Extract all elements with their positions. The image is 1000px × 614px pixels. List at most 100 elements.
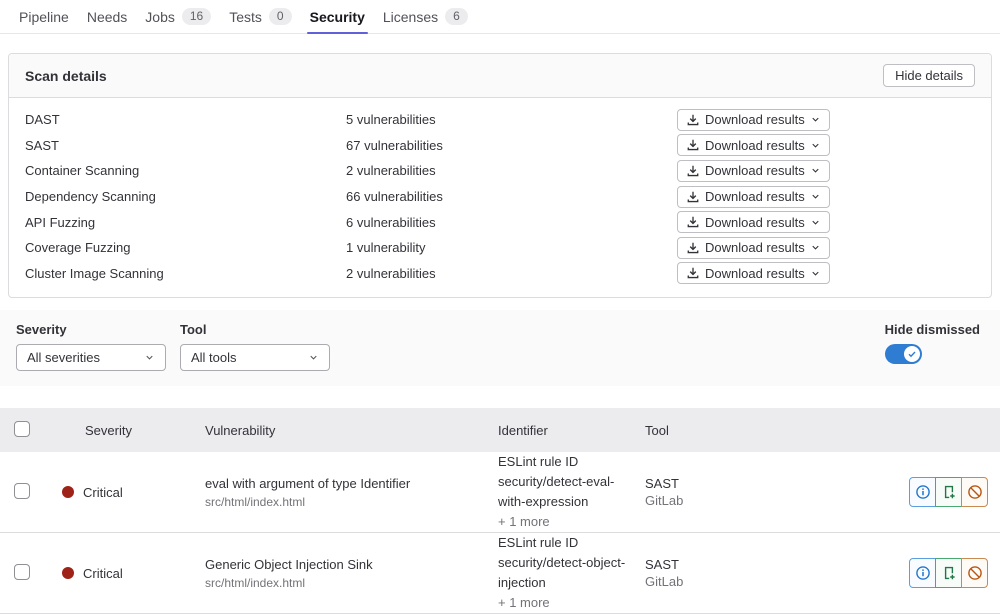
identifier-cell: ESLint rule ID security/detect-eval-with… [488,452,635,532]
scan-name: DAST [25,112,346,127]
tab-jobs-count-badge: 16 [182,8,211,25]
download-results-button[interactable]: Download results [677,186,830,208]
row-checkbox-cell [0,483,48,502]
download-results-button[interactable]: Download results [677,134,830,156]
download-icon [686,113,700,127]
scan-count: 6 vulnerabilities [346,215,677,230]
vulnerability-file-path: src/html/index.html [205,495,470,509]
tab-label: Jobs [145,9,175,25]
download-results-label: Download results [705,266,805,281]
tab-label: Tests [229,9,262,25]
scan-details-card: Scan details Hide details DAST 5 vulnera… [8,53,992,298]
tab-label: Licenses [383,9,438,25]
identifier-more: + 1 more [498,593,629,613]
scan-details-body: DAST 5 vulnerabilities Download results … [9,98,991,297]
scan-row-sast: SAST 67 vulnerabilities Download results [25,133,975,159]
tab-licenses-count-badge: 6 [445,8,468,25]
download-results-button[interactable]: Download results [677,262,830,284]
select-all-checkbox[interactable] [14,421,30,437]
download-icon [686,266,700,280]
download-results-button[interactable]: Download results [677,237,830,259]
severity-filter: Severity All severities [16,322,166,371]
tab-needs[interactable]: Needs [78,0,136,33]
information-icon [915,565,931,581]
row-checkbox-cell [0,564,48,583]
toggle-thumb [904,346,920,362]
tab-pipeline[interactable]: Pipeline [10,0,78,33]
table-header-checkbox-cell [0,421,48,440]
scan-details-title: Scan details [25,68,107,84]
hide-details-button[interactable]: Hide details [883,64,975,87]
severity-filter-label: Severity [16,322,166,337]
vulnerability-title-link[interactable]: eval with argument of type Identifier [205,476,470,491]
table-row: Critical Generic Object Injection Sink s… [0,533,1000,614]
create-issue-button[interactable] [935,558,962,588]
download-results-label: Download results [705,163,805,178]
dismiss-vulnerability-button[interactable] [961,477,988,507]
column-header-vulnerability: Vulnerability [195,423,488,438]
download-icon [686,164,700,178]
identifier-more: + 1 more [498,512,629,532]
more-info-button[interactable] [909,558,936,588]
tab-tests-count-badge: 0 [269,8,292,25]
tool-filter-value: All tools [191,350,237,365]
identifier-text: ESLint rule ID security/detect-eval-with… [498,452,629,512]
scan-count: 5 vulnerabilities [346,112,677,127]
tool-name: SAST [645,475,760,492]
severity-label: Critical [83,485,123,500]
tab-tests[interactable]: Tests 0 [220,0,300,33]
create-issue-button[interactable] [935,477,962,507]
download-results-button[interactable]: Download results [677,160,830,182]
dismiss-vulnerability-button[interactable] [961,558,988,588]
tab-jobs[interactable]: Jobs 16 [136,0,220,33]
chevron-down-icon [810,217,821,228]
scan-details-header: Scan details Hide details [9,54,991,98]
download-results-button[interactable]: Download results [677,211,830,233]
critical-severity-icon [62,486,74,498]
download-icon [686,138,700,152]
download-results-label: Download results [705,112,805,127]
column-header-tool: Tool [635,423,760,438]
tool-filter-select[interactable]: All tools [180,344,330,371]
create-issue-icon [941,484,957,500]
hide-details-label: Hide details [895,68,963,83]
hide-dismissed-toggle[interactable] [885,344,922,364]
row-checkbox[interactable] [14,564,30,580]
download-results-label: Download results [705,215,805,230]
vulnerability-cell: eval with argument of type Identifier sr… [195,476,488,509]
scan-name: Container Scanning [25,163,346,178]
severity-filter-value: All severities [27,350,100,365]
identifier-text: ESLint rule ID security/detect-object-in… [498,533,629,593]
download-results-button[interactable]: Download results [677,109,830,131]
row-checkbox[interactable] [14,483,30,499]
tab-licenses[interactable]: Licenses 6 [374,0,477,33]
scan-name: SAST [25,138,346,153]
scan-row-api-fuzzing: API Fuzzing 6 vulnerabilities Download r… [25,209,975,235]
tool-filter-label: Tool [180,322,330,337]
information-icon [915,484,931,500]
scan-count: 2 vulnerabilities [346,163,677,178]
scan-count: 67 vulnerabilities [346,138,677,153]
dismiss-icon [967,565,983,581]
vulnerability-cell: Generic Object Injection Sink src/html/i… [195,557,488,590]
chevron-down-icon [308,352,319,363]
vulnerability-title-link[interactable]: Generic Object Injection Sink [205,557,470,572]
scan-name: Dependency Scanning [25,189,346,204]
chevron-down-icon [810,191,821,202]
more-info-button[interactable] [909,477,936,507]
scan-row-coverage-fuzzing: Coverage Fuzzing 1 vulnerability Downloa… [25,235,975,261]
row-actions [909,477,1000,507]
scan-count: 2 vulnerabilities [346,266,677,281]
download-icon [686,241,700,255]
tab-security[interactable]: Security [301,0,374,33]
column-header-identifier: Identifier [488,423,635,438]
tab-label: Pipeline [19,9,69,25]
scan-name: Coverage Fuzzing [25,240,346,255]
identifier-cell: ESLint rule ID security/detect-object-in… [488,533,635,613]
tool-cell: SAST GitLab [635,475,760,509]
tool-filter: Tool All tools [180,322,330,371]
scan-row-dast: DAST 5 vulnerabilities Download results [25,107,975,133]
download-icon [686,215,700,229]
download-results-label: Download results [705,189,805,204]
severity-filter-select[interactable]: All severities [16,344,166,371]
